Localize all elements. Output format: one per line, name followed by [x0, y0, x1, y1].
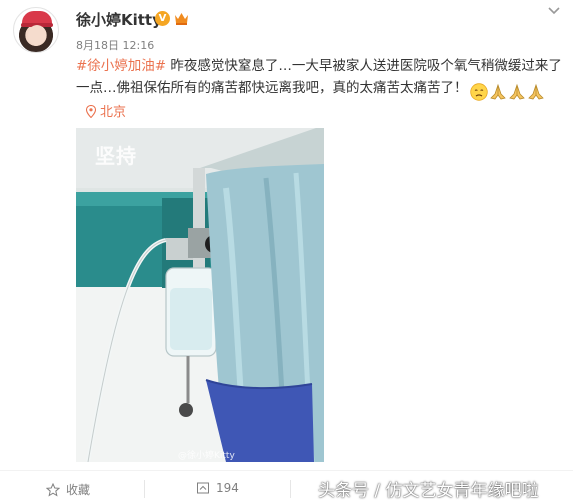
repost-count: 194 [216, 481, 239, 495]
favorite-label: 收藏 [66, 483, 91, 497]
praying-hands-emoji [527, 83, 544, 100]
avatar[interactable] [13, 7, 59, 53]
location-link[interactable]: 北京 [86, 101, 126, 120]
hospital-oxygen-photo [76, 128, 324, 462]
verified-badge-icon: V [155, 11, 170, 26]
repost-button[interactable]: 194 [196, 481, 239, 495]
footer-separator [290, 480, 291, 498]
avatar-face [28, 25, 46, 45]
praying-hands-emoji [489, 83, 506, 100]
location-label: 北京 [100, 105, 127, 120]
toutiao-watermark: 头条号 / 仿文艺女青年缘吧啦 [318, 481, 539, 501]
photo-watermark: 坚持 [95, 144, 137, 168]
emoji-row [469, 81, 546, 103]
footer-separator [144, 480, 145, 498]
praying-hands-emoji [508, 83, 525, 100]
post-photo[interactable] [76, 128, 324, 462]
chevron-down-icon[interactable] [548, 6, 560, 16]
location-pin-icon [86, 105, 96, 118]
weibo-post-card: 徐小婷Kitty V 8月18日 12:16 #徐小婷加油# 昨夜感觉快窒息了…… [0, 0, 573, 502]
repost-icon [197, 482, 209, 494]
sad-face-emoji [469, 83, 488, 101]
post-timestamp[interactable]: 8月18日 12:16 [76, 37, 154, 53]
photo-credit: @徐小婷Kitty [178, 451, 235, 461]
member-crown-icon[interactable] [174, 11, 189, 25]
favorite-button[interactable]: 收藏 [46, 481, 90, 498]
username-link[interactable]: 徐小婷Kitty [76, 9, 162, 30]
star-icon [46, 483, 60, 497]
post-body: #徐小婷加油# 昨夜感觉快窒息了…一大早被家人送进医院吸个氧气稍微缓过来了一点…… [76, 55, 568, 103]
footer-divider [0, 470, 573, 471]
hashtag-link[interactable]: #徐小婷加油# [76, 58, 166, 74]
